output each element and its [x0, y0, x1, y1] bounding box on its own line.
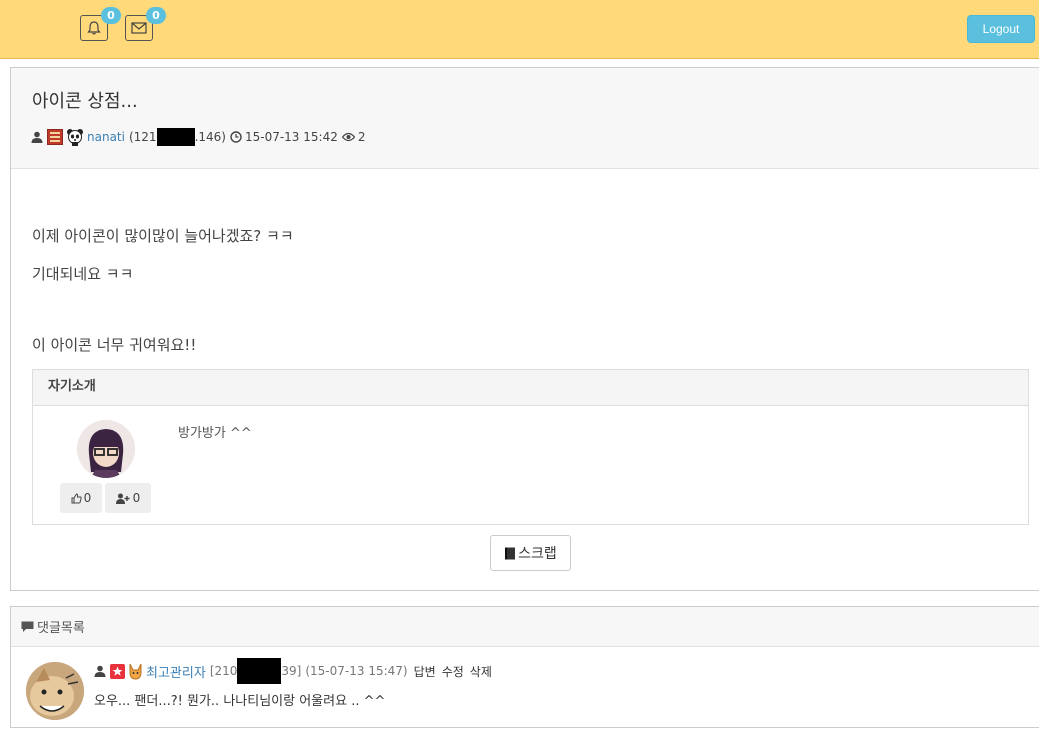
eye-icon [341, 132, 355, 142]
messages-count-badge: 0 [146, 7, 166, 24]
notifications-button[interactable]: 0 [80, 7, 121, 41]
like-count: 0 [83, 491, 92, 505]
post-panel: 아이콘 상점... nanati (121 .146) 15-07-13 15:… [10, 67, 1039, 591]
comment-icon [21, 621, 34, 633]
fox-icon [128, 662, 143, 680]
comment-meta: 최고관리자 [210 39] (15-07-13 15:47) 답변 수정 삭제 [94, 658, 492, 684]
user-icon [31, 131, 43, 143]
comment-datetime: (15-07-13 15:47) [305, 664, 408, 678]
book-icon [504, 547, 516, 560]
author-link[interactable]: nanati [87, 130, 125, 144]
delete-link[interactable]: 삭제 [470, 663, 492, 680]
post-line-2: 기대되네요 ㅋㅋ [32, 265, 134, 283]
author-avatar[interactable] [77, 420, 135, 478]
post-line-3: 이 아이콘 너무 귀여워요!! [32, 336, 197, 354]
post-line-1: 이제 아이콘이 많이많이 늘어나겠죠? ㅋㅋ [32, 227, 294, 245]
comments-header: 댓글목록 [11, 607, 1039, 647]
post-datetime: 15-07-13 15:42 [244, 130, 338, 144]
like-button[interactable]: 0 [60, 483, 102, 513]
messages-button[interactable]: 0 [125, 7, 166, 41]
scrap-button[interactable]: 스크랩 [490, 535, 571, 571]
comment-ip-mask [237, 658, 282, 684]
commenter-avatar[interactable] [26, 662, 84, 720]
user-icon [94, 665, 106, 677]
envelope-icon [131, 21, 147, 35]
author-intro-box: 자기소개 0 0 방가방가 ^^ [32, 369, 1029, 525]
admin-badge-icon [110, 663, 125, 679]
comments-panel: 댓글목록 최고관리자 [210 39] (15-07-13 15:47) 답변 … [10, 606, 1039, 728]
reply-link[interactable]: 답변 [414, 663, 436, 680]
ip-suffix: .146) [194, 130, 226, 144]
post-meta: nanati (121 .146) 15-07-13 15:42 2 [31, 127, 365, 147]
intro-text: 방가방가 ^^ [178, 426, 252, 441]
comments-heading: 댓글목록 [37, 621, 85, 636]
intro-heading: 자기소개 [33, 370, 1028, 406]
post-header: 아이콘 상점... nanati (121 .146) 15-07-13 15:… [11, 68, 1039, 169]
edit-link[interactable]: 수정 [442, 663, 464, 680]
ip-mask [156, 128, 195, 146]
scrap-label: 스크랩 [518, 546, 557, 562]
logout-button[interactable]: Logout [967, 15, 1035, 43]
level-icon [47, 129, 63, 145]
comment-ip-suffix: 39] [281, 664, 302, 678]
view-count: 2 [357, 130, 366, 144]
notifications-count-badge: 0 [101, 7, 121, 24]
comment-ip-prefix: [210 [209, 664, 238, 678]
follow-count: 0 [132, 491, 141, 505]
thumbs-up-icon [71, 492, 82, 504]
bell-icon [86, 20, 102, 36]
commenter-link[interactable]: 최고관리자 [146, 662, 206, 681]
top-bar: 0 0 Logout [0, 0, 1039, 59]
comment-text: 오우... 팬더...?! 뭔가.. 나나티님이랑 어울려요 .. ^^ [94, 694, 386, 709]
panda-icon [66, 128, 84, 146]
user-plus-icon [115, 493, 130, 504]
follow-button[interactable]: 0 [105, 483, 151, 513]
post-title: 아이콘 상점... [32, 91, 138, 112]
ip-prefix: (121 [128, 130, 157, 144]
clock-icon [230, 131, 242, 143]
